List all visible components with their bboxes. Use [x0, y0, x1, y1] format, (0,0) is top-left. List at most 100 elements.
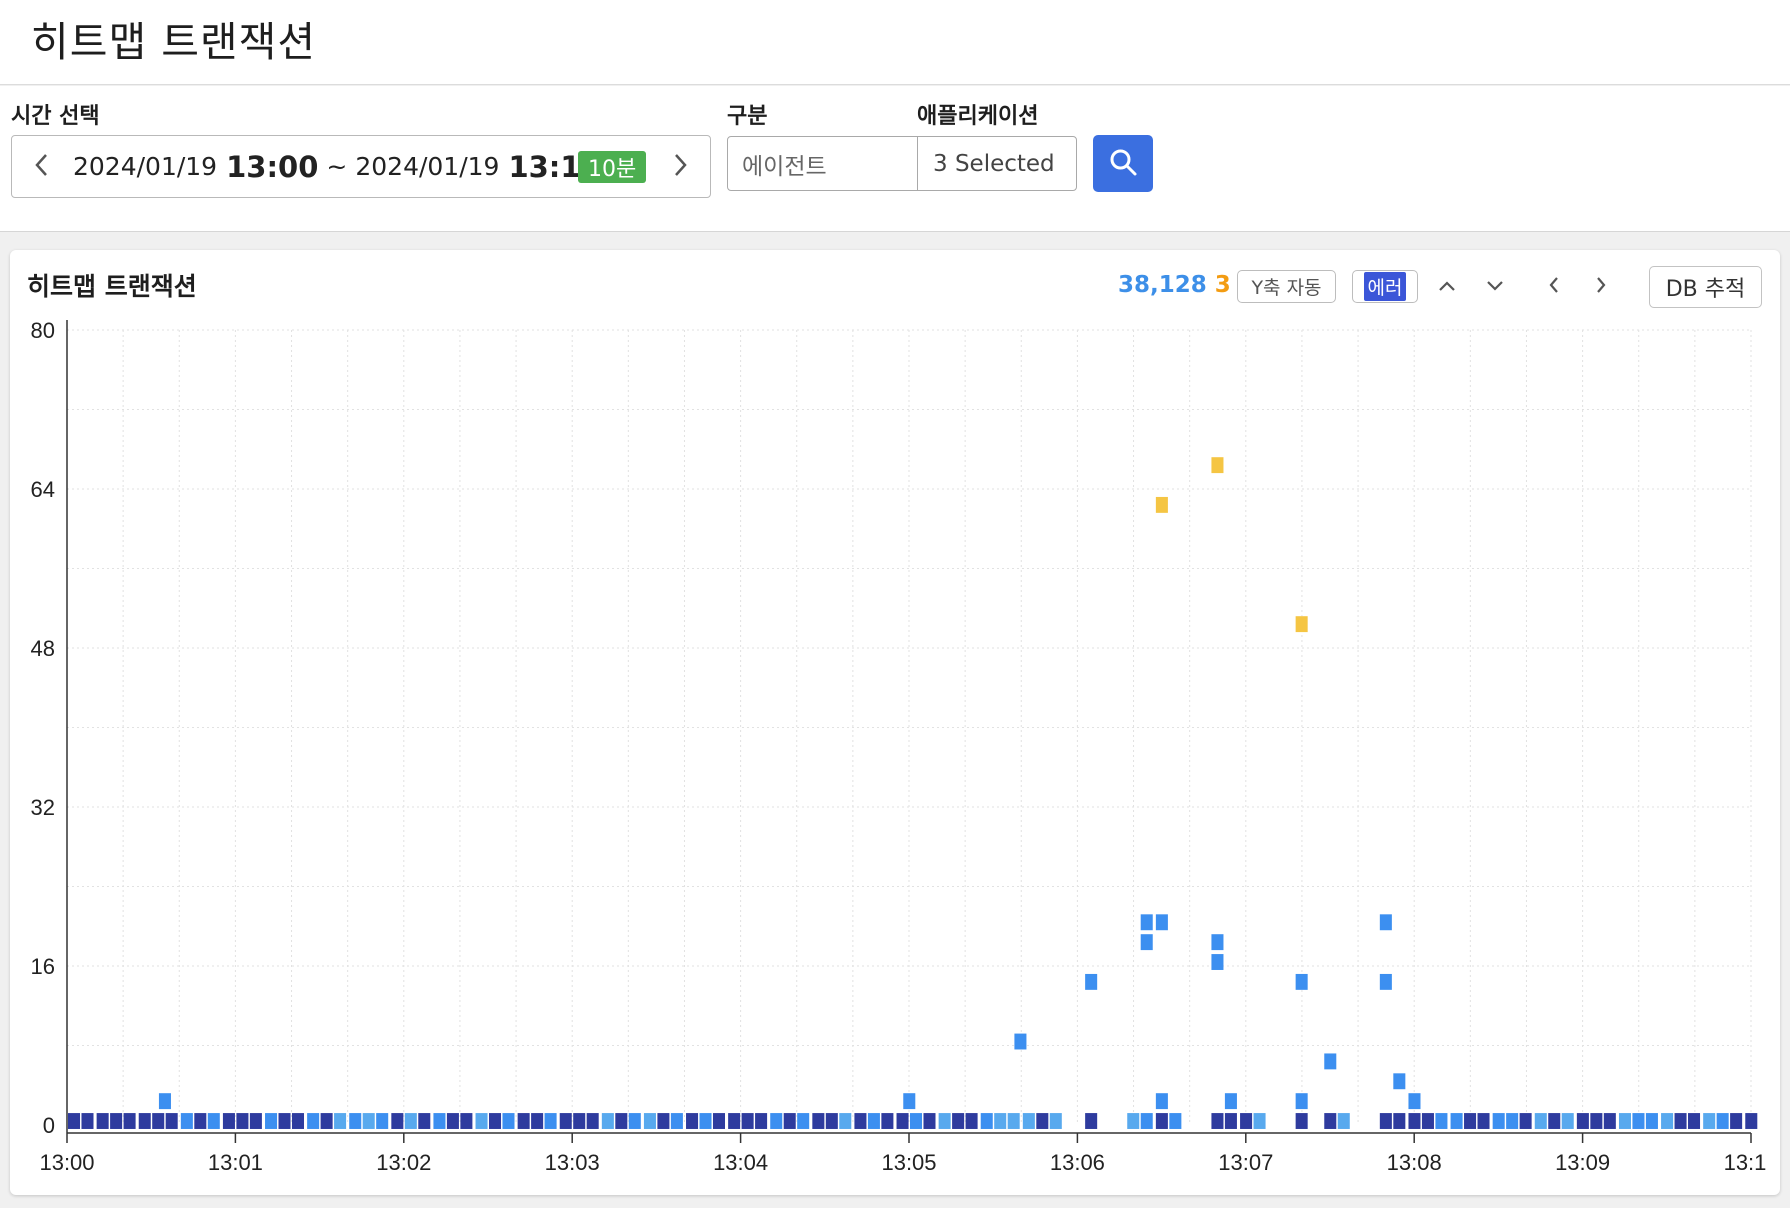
heatmap-cell: [1295, 1093, 1308, 1110]
heatmap-cell: [797, 1113, 810, 1129]
heatmap-cell: [1506, 1113, 1519, 1129]
heatmap-cell: [1645, 1113, 1658, 1129]
heatmap-cell: [1224, 1113, 1237, 1129]
heatmap-cell: [291, 1113, 305, 1129]
heatmap-cell: [1477, 1113, 1490, 1129]
heatmap-cell: [1085, 973, 1098, 990]
heatmap-chart[interactable]: 0 16 32 48 64 80 13:00 13:01 13:02 13:03 13:04 13:0…: [10, 250, 1780, 1195]
scroll-up-button[interactable]: [1432, 272, 1462, 302]
heatmap-cell: [1618, 1113, 1631, 1129]
heatmap-cell: [349, 1113, 362, 1129]
chart-prev-button[interactable]: [1539, 272, 1569, 302]
category-select[interactable]: 에이전트: [728, 137, 918, 190]
heatmap-cell: [1155, 1093, 1168, 1110]
heatmap-cell: [249, 1113, 262, 1129]
x-tick-label: 13:09: [1555, 1150, 1610, 1175]
heatmap-cell: [1169, 1113, 1182, 1129]
heatmap-cell: [783, 1113, 796, 1129]
time-range-picker[interactable]: 2024/01/19 13:00 ~ 2024/01/19 13:10 10분: [11, 135, 711, 198]
y-tick-label: 0: [43, 1113, 55, 1138]
x-tick-label: 13:00: [39, 1150, 94, 1175]
x-tick-label: 13:1: [1724, 1150, 1767, 1175]
heatmap-cell: [418, 1113, 431, 1129]
heatmap-cell: [670, 1113, 683, 1129]
heatmap-panel: 히트맵 트랜잭션 38,128 3 Y축 자동 에러 DB 추적 0 16 32 48…: [10, 250, 1780, 1195]
heatmap-cell: [559, 1113, 572, 1129]
x-tick-label: 13:03: [545, 1150, 600, 1175]
y-axis-auto-button[interactable]: Y축 자동: [1237, 270, 1336, 303]
heatmap-cell: [1464, 1113, 1477, 1129]
heatmap-cell: [1324, 1053, 1337, 1070]
heatmap-cell: [770, 1113, 783, 1129]
db-trace-button[interactable]: DB 추적: [1649, 266, 1762, 308]
application-select[interactable]: 3 Selected: [919, 137, 1076, 190]
heatmap-cell: [1393, 1073, 1406, 1090]
error-toggle-label: 에러: [1363, 272, 1407, 301]
heatmap-cell: [433, 1113, 446, 1129]
heatmap-cell: [81, 1113, 94, 1129]
heatmap-cell: [207, 1113, 220, 1129]
chevron-down-icon: [1485, 278, 1505, 297]
heatmap-cell: [1211, 954, 1224, 970]
heatmap-cell: [586, 1113, 599, 1129]
duration-badge: 10분: [578, 151, 647, 183]
time-select-label: 시간 선택: [11, 104, 100, 129]
heatmap-cell: [825, 1113, 838, 1129]
heatmap-cell: [699, 1113, 712, 1129]
heatmap-cell: [1253, 1113, 1266, 1129]
error-toggle-button[interactable]: 에러: [1352, 270, 1418, 303]
heatmap-cell: [657, 1113, 670, 1129]
heatmap-cell: [1014, 1033, 1027, 1050]
heatmap-cell: [1155, 914, 1168, 931]
page-title: 히트맵 트랜잭션: [31, 18, 317, 66]
heatmap-cell: [1211, 934, 1224, 951]
heatmap-cell: [475, 1113, 488, 1129]
range-separator: ~: [326, 152, 348, 181]
heatmap-cell: [854, 1113, 867, 1129]
heatmap-cell: [1674, 1113, 1687, 1129]
heatmap-cell: [643, 1113, 656, 1129]
time-range-text[interactable]: 2024/01/19 13:00 ~ 2024/01/19 13:10: [73, 136, 601, 197]
heatmap-cell: [1140, 934, 1153, 951]
chevron-right-icon: [671, 152, 689, 182]
scroll-down-button[interactable]: [1480, 272, 1510, 302]
heatmap-cell: [222, 1113, 235, 1129]
next-range-button[interactable]: [650, 136, 710, 197]
heatmap-cell: [320, 1113, 333, 1129]
heatmap-cell: [1007, 1113, 1020, 1129]
heatmap-cell: [1049, 1113, 1062, 1129]
category-label: 구분: [727, 104, 768, 129]
prev-range-button[interactable]: [12, 136, 72, 197]
y-tick-label: 80: [31, 318, 55, 343]
heatmap-cell: [544, 1113, 557, 1129]
heatmap-cell: [180, 1113, 193, 1129]
heatmap-cell: [1590, 1113, 1603, 1129]
heatmap-cell: [517, 1113, 530, 1129]
x-tick-label: 13:05: [881, 1150, 936, 1175]
chart-next-button[interactable]: [1586, 272, 1616, 302]
heatmap-cell: [1127, 1113, 1140, 1129]
heatmap-cell: [334, 1113, 347, 1129]
x-tick-label: 13:02: [376, 1150, 431, 1175]
search-button[interactable]: [1093, 135, 1153, 192]
end-date: 2024/01/19: [355, 152, 500, 181]
y-tick-label: 16: [31, 954, 55, 979]
x-tick-label: 13:08: [1387, 1150, 1442, 1175]
heatmap-cell: [741, 1113, 754, 1129]
chevron-left-icon: [33, 152, 51, 182]
start-date: 2024/01/19: [73, 152, 218, 181]
heatmap-cell: [728, 1113, 741, 1129]
heatmap-cell: [1240, 1113, 1253, 1129]
heatmap-cell: [896, 1113, 909, 1129]
heatmap-cell: [460, 1113, 473, 1129]
x-tick-label: 13:01: [208, 1150, 263, 1175]
heatmap-cell: [307, 1113, 320, 1129]
x-tick-label: 13:07: [1218, 1150, 1273, 1175]
heatmap-cell: [1716, 1113, 1729, 1129]
heatmap-cell: [362, 1113, 375, 1129]
heatmap-cell: [1492, 1113, 1505, 1129]
transaction-counts: 38,128 3: [1118, 272, 1231, 298]
heatmap-cell: [1703, 1113, 1716, 1129]
heatmap-cell: [376, 1113, 389, 1129]
heatmap-cell: [812, 1113, 825, 1129]
